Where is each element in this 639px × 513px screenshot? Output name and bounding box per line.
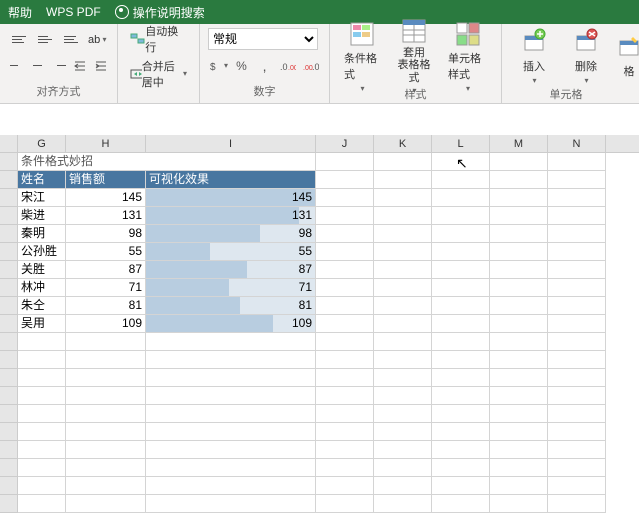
cell-area[interactable]: 条件格式妙招姓名销售额可视化效果宋江145145柴进131131秦明9898公孙… (18, 153, 639, 513)
col-header-K[interactable]: K (374, 135, 432, 152)
align-top-button[interactable] (8, 28, 30, 50)
col-header-N[interactable]: N (548, 135, 606, 152)
column-headers: G H I J K L M N (0, 135, 639, 153)
align-middle-button[interactable] (34, 28, 56, 50)
merge-icon (130, 67, 142, 81)
table-row[interactable]: 柴进131131 (18, 207, 639, 225)
title-cell[interactable]: 条件格式妙招 (18, 153, 316, 171)
menu-help[interactable]: 帮助 (8, 4, 32, 21)
col-header-J[interactable]: J (316, 135, 374, 152)
align-right-button[interactable] (50, 55, 67, 77)
col-header-H[interactable]: H (66, 135, 146, 152)
indent-decrease-button[interactable] (71, 55, 88, 77)
cells-group-label: 单元格 (510, 84, 622, 102)
table-row[interactable]: 秦明9898 (18, 225, 639, 243)
wrap-text-button[interactable]: 自动换行 (126, 28, 191, 50)
increase-decimal-button[interactable]: .0.00 (277, 55, 298, 77)
percent-button[interactable]: % (231, 55, 252, 77)
bulb-icon (115, 5, 129, 19)
menu-tell-me[interactable]: 操作说明搜索 (115, 4, 205, 21)
header-name[interactable]: 姓名 (18, 171, 66, 189)
conditional-formatting-button[interactable]: 条件格式▾ (338, 18, 386, 95)
number-format-select[interactable]: 常规 (208, 28, 318, 50)
align-left-button[interactable] (8, 55, 25, 77)
delete-button[interactable]: 删除▾ (562, 26, 610, 87)
svg-text:.0: .0 (280, 62, 288, 72)
col-header-L[interactable]: L (432, 135, 490, 152)
table-row[interactable]: 关胜8787 (18, 261, 639, 279)
svg-text:.00: .00 (288, 65, 296, 72)
orientation-button[interactable]: ab▾ (86, 28, 108, 50)
header-sales[interactable]: 销售额 (66, 171, 146, 189)
svg-text:.0: .0 (312, 62, 319, 72)
styles-group-label: 样式 (338, 84, 493, 102)
merge-center-button[interactable]: 合并后居中▾ (126, 63, 191, 85)
indent-increase-button[interactable] (92, 55, 109, 77)
table-row[interactable]: 宋江145145 (18, 189, 639, 207)
menu-wps-pdf[interactable]: WPS PDF (46, 5, 101, 19)
row-headers (0, 153, 18, 513)
table-row[interactable]: 公孙胜5555 (18, 243, 639, 261)
svg-text:ab: ab (88, 34, 100, 46)
col-header-M[interactable]: M (490, 135, 548, 152)
insert-button[interactable]: 插入▾ (510, 26, 558, 87)
number-group-label: 数字 (208, 81, 321, 99)
align-bottom-button[interactable] (60, 28, 82, 50)
col-header-G[interactable]: G (18, 135, 66, 152)
col-header-I[interactable]: I (146, 135, 316, 152)
svg-text:$: $ (210, 62, 216, 73)
comma-button[interactable]: , (254, 55, 275, 77)
alignment-group-label: 对齐方式 (8, 81, 109, 99)
table-row[interactable]: 林冲7171 (18, 279, 639, 297)
accounting-format-button[interactable]: $▾ (208, 55, 229, 77)
cell-styles-button[interactable]: 单元格样式▾ (442, 18, 493, 95)
table-row[interactable]: 吴用109109 (18, 315, 639, 333)
format-button[interactable]: 格 (614, 31, 639, 81)
decrease-decimal-button[interactable]: .00.0 (300, 55, 321, 77)
wrap-icon (130, 32, 145, 46)
align-center-button[interactable] (29, 55, 46, 77)
header-viz[interactable]: 可视化效果 (146, 171, 316, 189)
table-row[interactable]: 朱仝8181 (18, 297, 639, 315)
